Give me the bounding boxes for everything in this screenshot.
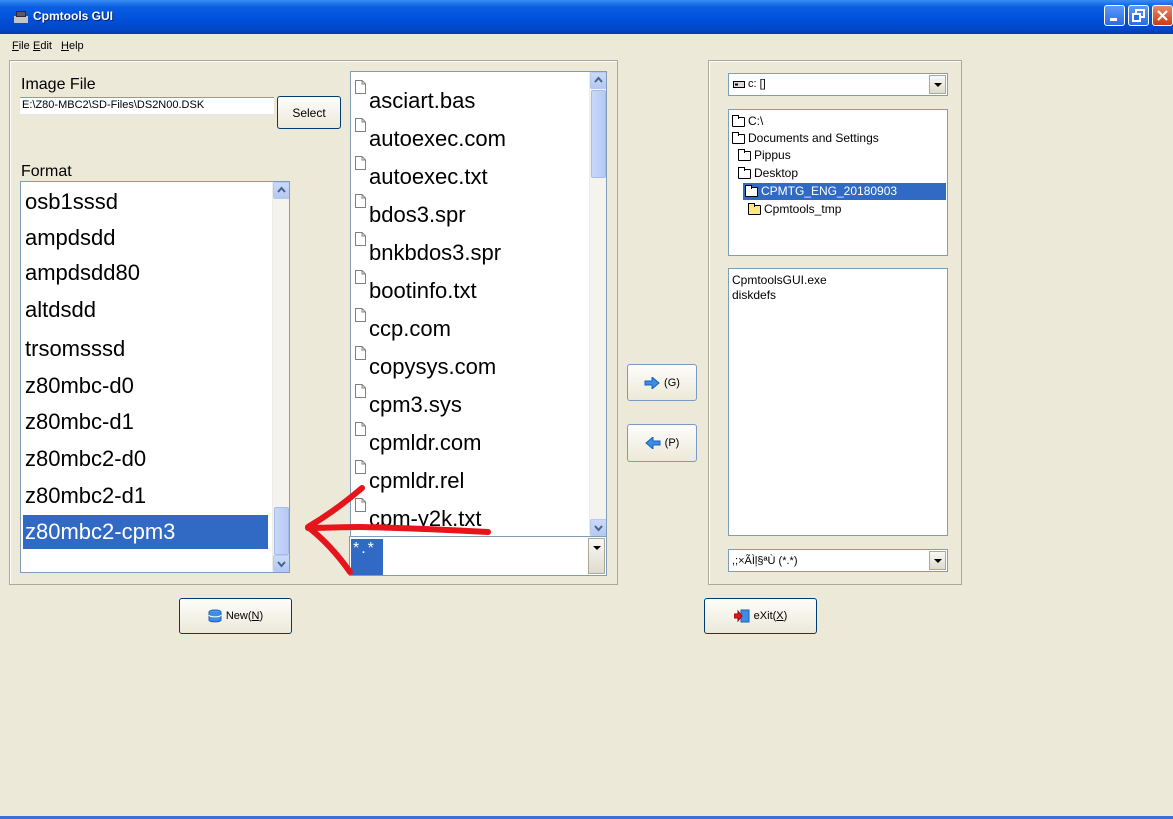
document-icon [355, 80, 366, 94]
local-filter-value: ,;×ÃÌļ§ªÙ (*.*) [732, 555, 798, 567]
exit-button[interactable]: eXit(X) [704, 598, 817, 634]
image-file-name: bdos3.spr [369, 202, 466, 227]
close-icon [1157, 10, 1168, 21]
document-icon [355, 346, 366, 360]
local-filter-combo[interactable]: ,;×ÃÌļ§ªÙ (*.*) [728, 549, 948, 572]
right-arrow-icon [644, 376, 660, 389]
get-button[interactable]: (G) [627, 364, 697, 401]
drive-icon [733, 80, 745, 88]
format-item[interactable]: z80mbc2-d0 [23, 442, 287, 476]
folder-icon [738, 148, 751, 161]
image-file-label: Image File [21, 76, 96, 93]
format-item[interactable]: z80mbc-d1 [23, 405, 287, 439]
window-icon [14, 11, 28, 23]
format-item[interactable]: z80mbc-d0 [23, 369, 287, 403]
document-icon [355, 194, 366, 208]
format-item[interactable]: ampdsdd80 [23, 256, 287, 290]
document-icon [355, 118, 366, 132]
drive-combo[interactable]: c: [] [728, 73, 948, 96]
tree-item[interactable]: Documents and Settings [732, 130, 883, 147]
tree-item[interactable]: C:\ [732, 113, 767, 130]
dropdown-button[interactable] [929, 75, 946, 94]
directory-tree[interactable]: C:\ Documents and Settings Pippus Deskto… [728, 109, 948, 256]
dropdown-button[interactable] [929, 551, 946, 570]
format-item[interactable]: trsomsssd [23, 332, 287, 366]
format-item-selected[interactable]: z80mbc2-cpm3 [23, 515, 268, 549]
dropdown-button[interactable] [588, 538, 605, 574]
menu-file[interactable]: File [12, 40, 30, 52]
format-item[interactable]: ampdsdd [23, 221, 287, 255]
scroll-down-button[interactable] [273, 555, 289, 572]
image-file-name: ccp.com [369, 316, 451, 341]
maximize-icon [1132, 9, 1145, 22]
image-file-name: bnkbdos3.spr [369, 240, 502, 265]
scroll-thumb[interactable] [274, 507, 289, 555]
tree-item[interactable]: Cpmtools_tmp [748, 201, 845, 218]
select-button[interactable]: Select [277, 96, 341, 129]
tree-item[interactable]: Pippus [738, 147, 795, 164]
put-button-label: (P) [664, 437, 680, 449]
exit-button-label: eXit(X) [753, 610, 788, 622]
menu-help[interactable]: Help [61, 40, 84, 52]
exit-door-icon [733, 609, 750, 623]
scroll-up-button[interactable] [590, 72, 606, 89]
put-button[interactable]: (P) [627, 424, 697, 462]
image-file-name: cpmldr.com [369, 430, 482, 455]
restore-button[interactable] [1128, 5, 1149, 26]
local-file-item[interactable]: diskdefs [732, 288, 776, 302]
image-file-scrollbar[interactable] [589, 72, 606, 536]
document-icon [355, 308, 366, 322]
annotation-arrow [305, 485, 491, 575]
image-file-path[interactable]: E:\Z80-MBC2\SD-Files\DS2N00.DSK [20, 97, 274, 115]
database-icon [208, 609, 222, 623]
document-icon [355, 156, 366, 170]
menu-bar: File Edit Help [0, 34, 1173, 56]
minimize-icon [1110, 18, 1117, 21]
image-file-name: autoexec.txt [369, 164, 488, 189]
new-button[interactable]: New(N) [179, 598, 292, 634]
image-file-name: copysys.com [369, 354, 497, 379]
folder-icon [738, 166, 751, 179]
folder-icon [732, 114, 745, 127]
document-icon [355, 270, 366, 284]
drive-value: c: [] [748, 78, 766, 90]
folder-icon [732, 131, 745, 144]
folder-icon [748, 202, 761, 215]
format-listbox[interactable]: osb1sssd ampdsdd ampdsdd80 altdsdd trsom… [20, 181, 290, 573]
tree-item[interactable]: Desktop [738, 165, 802, 182]
get-button-label: (G) [664, 376, 680, 389]
new-button-label: New(N) [225, 610, 264, 622]
image-file-name: autoexec.com [369, 126, 506, 151]
window-title: Cpmtools GUI [33, 9, 113, 23]
folder-icon [745, 184, 758, 197]
image-file-name: asciart.bas [369, 88, 476, 113]
close-button[interactable] [1152, 5, 1173, 26]
format-item[interactable]: altdsdd [23, 293, 287, 327]
title-bar: Cpmtools GUI [0, 0, 1173, 34]
local-file-list[interactable]: CpmtoolsGUI.exe diskdefs [728, 268, 948, 536]
document-icon [355, 232, 366, 246]
scroll-down-button[interactable] [590, 519, 606, 536]
local-file-item[interactable]: CpmtoolsGUI.exe [732, 273, 827, 287]
format-scrollbar[interactable] [272, 182, 289, 572]
scroll-up-button[interactable] [273, 182, 289, 199]
scroll-thumb[interactable] [591, 90, 606, 178]
minimize-button[interactable] [1104, 5, 1125, 26]
image-file-name: bootinfo.txt [369, 278, 477, 303]
document-icon [355, 384, 366, 398]
format-label: Format [21, 163, 72, 180]
menu-edit[interactable]: Edit [33, 40, 52, 52]
left-arrow-icon [644, 437, 661, 449]
image-file-listbox[interactable]: asciart.bas autoexec.com autoexec.txt bdos3… [350, 71, 607, 537]
tree-item-selected[interactable]: CPMTG_ENG_20180903 [743, 183, 946, 200]
image-file-name: cpm3.sys [369, 392, 462, 417]
format-item[interactable]: osb1sssd [23, 185, 287, 219]
document-icon [355, 422, 366, 436]
document-icon [355, 460, 366, 474]
format-item[interactable]: z80mbc2-d1 [23, 479, 287, 513]
